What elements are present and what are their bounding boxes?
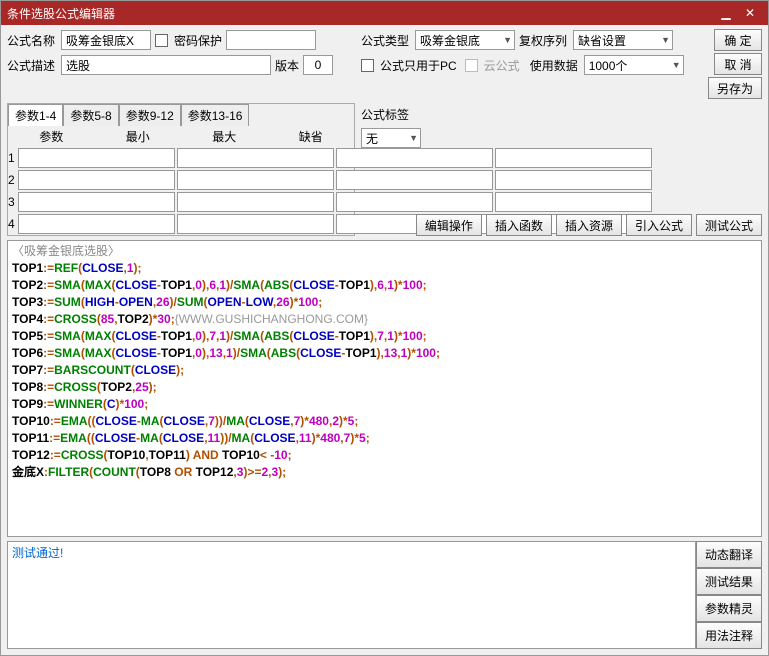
pconly-checkbox[interactable] [361, 59, 374, 72]
close-icon[interactable]: ✕ [738, 6, 762, 20]
chevron-down-icon: ▼ [661, 35, 670, 45]
formula-type-select[interactable]: 吸筹金银底▼ [415, 30, 515, 50]
insfn-button[interactable]: 插入函数 [486, 214, 552, 236]
label-name: 公式名称 [7, 32, 57, 49]
code-editor[interactable]: 〈吸筹金银底选股〉 TOP1:=REF(CLOSE,1); TOP2:=SMA(… [7, 240, 762, 537]
param-header: 参数 [8, 128, 95, 145]
param-cell[interactable] [18, 148, 175, 168]
cloud-checkbox [465, 59, 478, 72]
insres-button[interactable]: 插入资源 [556, 214, 622, 236]
params-panel: 参数1-4参数5-8参数9-12参数13-16 参数最小最大缺省 1234 [7, 103, 355, 236]
label-pconly: 公式只用于PC [380, 57, 457, 74]
minimize-icon[interactable]: ▁ [714, 6, 738, 20]
label-desc: 公式描述 [7, 57, 57, 74]
param-cell[interactable] [177, 214, 334, 234]
usedata-select[interactable]: 1000个▼ [584, 55, 684, 75]
label-tag: 公式标签 [361, 106, 411, 123]
param-cell[interactable] [18, 192, 175, 212]
version-input[interactable] [303, 55, 333, 75]
label-usedata: 使用数据 [530, 57, 580, 74]
param-cell[interactable] [177, 148, 334, 168]
ok-button[interactable]: 确 定 [714, 29, 762, 51]
testres-button[interactable]: 测试结果 [696, 568, 762, 595]
label-type: 公式类型 [361, 32, 411, 49]
param-cell[interactable] [177, 192, 334, 212]
titlebar: 条件选股公式编辑器 ▁ ✕ [1, 1, 768, 25]
rights-select[interactable]: 缺省设置▼ [573, 30, 673, 50]
formula-name-input[interactable] [61, 30, 151, 50]
dyntrans-button[interactable]: 动态翻译 [696, 541, 762, 568]
tab-params-2[interactable]: 参数5-8 [63, 104, 118, 126]
label-rights: 复权序列 [519, 32, 569, 49]
param-header: 缺省 [268, 128, 355, 145]
label-ver: 版本 [275, 57, 299, 74]
cancel-button[interactable]: 取 消 [714, 53, 762, 75]
status-output: 测试通过! [7, 541, 696, 649]
chevron-down-icon: ▼ [503, 35, 512, 45]
saveas-button[interactable]: 另存为 [708, 77, 762, 99]
param-cell[interactable] [18, 170, 175, 190]
label-pwd: 密码保护 [174, 32, 222, 49]
param-cell[interactable] [18, 214, 175, 234]
password-checkbox[interactable] [155, 34, 168, 47]
window-title: 条件选股公式编辑器 [7, 5, 714, 22]
param-header: 最小 [95, 128, 182, 145]
tab-params-3[interactable]: 参数9-12 [119, 104, 181, 126]
paramhelp-button[interactable]: 参数精灵 [696, 595, 762, 622]
tab-params-1[interactable]: 参数1-4 [8, 104, 63, 126]
label-cloud: 云公式 [484, 57, 520, 74]
tag-select[interactable]: 无▼ [361, 128, 421, 148]
param-header: 最大 [181, 128, 268, 145]
chevron-down-icon: ▼ [409, 133, 418, 143]
usage-button[interactable]: 用法注释 [696, 622, 762, 649]
chevron-down-icon: ▼ [672, 60, 681, 70]
tab-params-4[interactable]: 参数13-16 [181, 104, 250, 126]
password-input[interactable] [226, 30, 316, 50]
editop-button[interactable]: 编辑操作 [416, 214, 482, 236]
param-cell[interactable] [177, 170, 334, 190]
import-button[interactable]: 引入公式 [626, 214, 692, 236]
test-button[interactable]: 测试公式 [696, 214, 762, 236]
formula-desc-input[interactable] [61, 55, 271, 75]
